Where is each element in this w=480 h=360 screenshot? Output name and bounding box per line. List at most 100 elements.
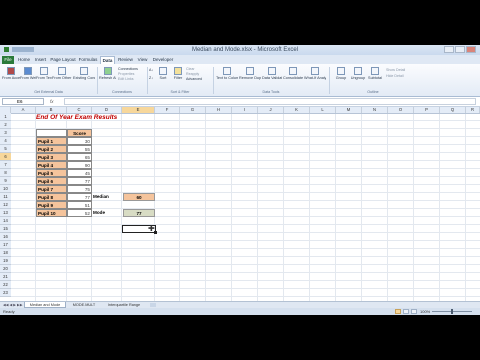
from-web-button[interactable]: From Web bbox=[20, 67, 36, 83]
normal-view-icon[interactable] bbox=[395, 309, 401, 314]
sheet-title[interactable]: End Of Year Exam Results bbox=[36, 113, 156, 121]
tab-page-layout[interactable]: Page Layout bbox=[50, 56, 76, 64]
column-header[interactable]: P bbox=[414, 107, 440, 113]
median-label[interactable]: Median bbox=[92, 193, 122, 201]
column-header[interactable]: R bbox=[466, 107, 480, 113]
row-header[interactable]: 19 bbox=[0, 257, 11, 265]
quick-access-toolbar[interactable] bbox=[12, 47, 34, 52]
column-header[interactable]: O bbox=[388, 107, 414, 113]
column-header[interactable]: I bbox=[232, 107, 258, 113]
pupil-score-cell[interactable]: 90 bbox=[67, 161, 92, 169]
pupil-name-cell[interactable]: Pupil 9 bbox=[36, 201, 67, 209]
pupil-name-cell[interactable]: Pupil 6 bbox=[36, 177, 67, 185]
pupil-name-cell[interactable]: Pupil 4 bbox=[36, 161, 67, 169]
group-button[interactable]: Group bbox=[333, 67, 349, 83]
remove-duplicates-button[interactable]: Remove Duplicates bbox=[239, 67, 261, 83]
row-header[interactable]: 14 bbox=[0, 217, 11, 225]
pupil-score-cell[interactable]: 45 bbox=[67, 169, 92, 177]
row-header[interactable]: 23 bbox=[0, 289, 11, 297]
worksheet-grid[interactable]: A B C D E F G H I J K L M N O P Q R 1234… bbox=[0, 107, 480, 301]
mode-label[interactable]: Mode bbox=[92, 209, 122, 217]
from-access-button[interactable]: From Access bbox=[2, 67, 20, 83]
pupil-score-cell[interactable]: 75 bbox=[67, 185, 92, 193]
row-header[interactable]: 3 bbox=[0, 129, 11, 137]
column-header[interactable]: A bbox=[11, 107, 36, 113]
column-header[interactable]: J bbox=[258, 107, 284, 113]
pupil-score-cell[interactable]: 77 bbox=[67, 177, 92, 185]
from-text-button[interactable]: From Text bbox=[36, 67, 52, 83]
row-header[interactable]: 18 bbox=[0, 249, 11, 257]
tab-insert[interactable]: Insert bbox=[33, 56, 48, 64]
column-header[interactable]: M bbox=[336, 107, 362, 113]
mode-value[interactable]: 77 bbox=[123, 209, 155, 217]
pupil-score-cell[interactable]: 52 bbox=[67, 209, 92, 217]
column-header[interactable]: G bbox=[180, 107, 206, 113]
consolidate-button[interactable]: Consolidate bbox=[283, 67, 303, 83]
pupil-name-cell[interactable]: Pupil 8 bbox=[36, 193, 67, 201]
fx-icon[interactable]: fx bbox=[50, 98, 62, 105]
show-detail-button[interactable]: Show Detail bbox=[386, 68, 405, 72]
tab-developer[interactable]: Developer bbox=[151, 56, 175, 64]
column-header[interactable]: K bbox=[284, 107, 310, 113]
name-box[interactable]: E6 bbox=[2, 98, 44, 105]
pupil-name-cell[interactable]: Pupil 5 bbox=[36, 169, 67, 177]
formula-input[interactable] bbox=[64, 98, 476, 105]
filter-button[interactable]: Filter bbox=[172, 67, 184, 83]
sort-button[interactable]: Sort bbox=[157, 67, 169, 83]
pupil-score-cell[interactable]: 30 bbox=[67, 137, 92, 145]
pupil-score-cell[interactable]: 55 bbox=[67, 145, 92, 153]
row-header[interactable]: 20 bbox=[0, 265, 11, 273]
pupil-name-cell[interactable]: Pupil 10 bbox=[36, 209, 67, 217]
pupil-score-cell[interactable]: 65 bbox=[67, 153, 92, 161]
clear-button[interactable]: Clear bbox=[186, 67, 195, 71]
tab-view[interactable]: View bbox=[136, 56, 149, 64]
column-header[interactable]: H bbox=[206, 107, 232, 113]
column-header[interactable]: F bbox=[155, 107, 180, 113]
row-header[interactable]: 21 bbox=[0, 273, 11, 281]
new-sheet-icon[interactable] bbox=[150, 303, 156, 307]
row-header[interactable]: 16 bbox=[0, 233, 11, 241]
column-header[interactable]: N bbox=[362, 107, 388, 113]
row-header[interactable]: 15 bbox=[0, 225, 11, 233]
column-header[interactable]: L bbox=[310, 107, 336, 113]
existing-connections-button[interactable]: Existing Connections bbox=[73, 67, 95, 83]
hide-detail-button[interactable]: Hide Detail bbox=[386, 74, 404, 78]
ungroup-button[interactable]: Ungroup bbox=[350, 67, 366, 83]
sheet-nav-icon[interactable]: ◀◀ ◀ ▶ ▶▶ bbox=[3, 303, 23, 307]
tab-home[interactable]: Home bbox=[17, 56, 31, 64]
tab-file[interactable]: File bbox=[2, 56, 14, 64]
what-if-analysis-button[interactable]: What-If Analysis bbox=[304, 67, 326, 83]
properties-button[interactable]: Properties bbox=[118, 72, 134, 76]
advanced-button[interactable]: Advanced bbox=[186, 77, 202, 81]
row-header[interactable]: 22 bbox=[0, 281, 11, 289]
pupil-name-cell[interactable]: Pupil 1 bbox=[36, 137, 67, 145]
blank-header-cell[interactable] bbox=[36, 129, 67, 137]
data-validation-button[interactable]: Data Validation bbox=[262, 67, 282, 83]
subtotal-button[interactable]: Subtotal bbox=[367, 67, 383, 83]
median-value[interactable]: 60 bbox=[123, 193, 155, 201]
score-header[interactable]: Score bbox=[67, 129, 92, 137]
row-header[interactable]: 1 bbox=[0, 113, 11, 121]
pupil-name-cell[interactable]: Pupil 7 bbox=[36, 185, 67, 193]
column-header[interactable]: Q bbox=[440, 107, 466, 113]
zoom-level[interactable]: 100% bbox=[420, 308, 430, 315]
edit-links-button[interactable]: Edit Links bbox=[118, 77, 134, 81]
row-header[interactable]: 2 bbox=[0, 121, 11, 129]
minimize-icon[interactable] bbox=[444, 46, 454, 53]
tab-review[interactable]: Review bbox=[117, 56, 134, 64]
pupil-name-cell[interactable]: Pupil 3 bbox=[36, 153, 67, 161]
sort-za-icon[interactable]: Z↓ bbox=[149, 76, 153, 80]
pupil-score-cell[interactable]: 51 bbox=[67, 201, 92, 209]
page-break-view-icon[interactable] bbox=[411, 309, 417, 314]
sort-az-icon[interactable]: A↓ bbox=[149, 68, 153, 72]
tab-data[interactable]: Data bbox=[100, 56, 115, 64]
from-other-sources-button[interactable]: From Other Sources bbox=[52, 67, 72, 83]
close-icon[interactable] bbox=[466, 46, 476, 53]
refresh-all-button[interactable]: Refresh All bbox=[99, 67, 116, 83]
pupil-score-cell[interactable]: 77 bbox=[67, 193, 92, 201]
text-to-columns-button[interactable]: Text to Columns bbox=[216, 67, 238, 83]
reapply-button[interactable]: Reapply bbox=[186, 72, 199, 76]
maximize-icon[interactable] bbox=[455, 46, 465, 53]
pupil-name-cell[interactable]: Pupil 2 bbox=[36, 145, 67, 153]
tab-formulas[interactable]: Formulas bbox=[78, 56, 98, 64]
